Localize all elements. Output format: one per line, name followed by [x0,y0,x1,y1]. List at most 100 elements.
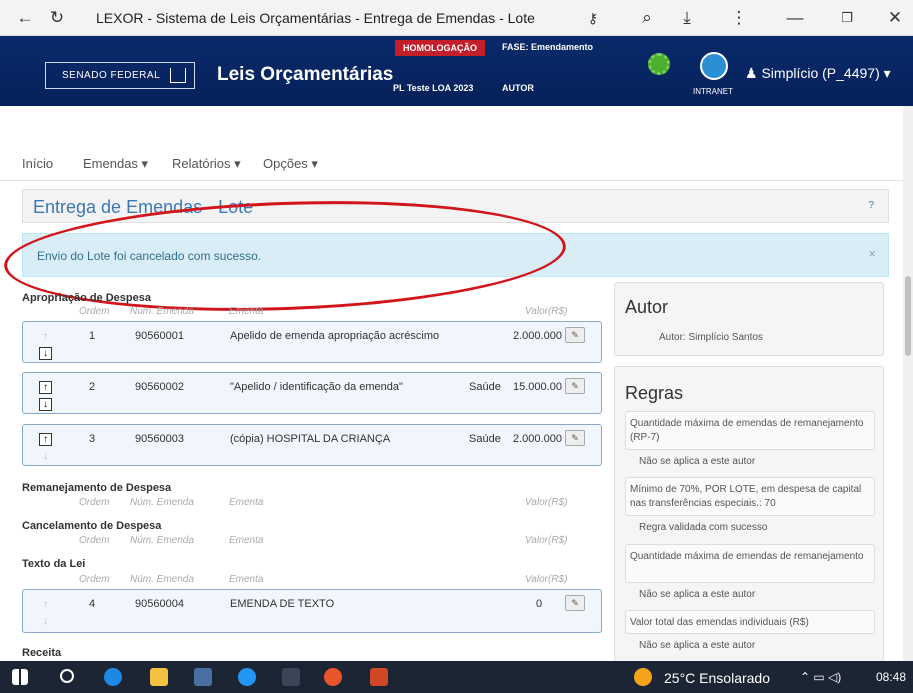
senado-label: SENADO FEDERAL [62,70,161,81]
move-down-icon[interactable]: ↓ [39,398,52,411]
row-ordem: 1 [89,330,96,342]
rule-item: Quantidade máxima de emendas de remaneja… [625,411,875,450]
intranet-label[interactable]: INTRANET [693,87,733,96]
autor-panel: Autor Autor: Simplício Santos [614,282,884,356]
clock[interactable]: 08:48 [876,670,906,684]
row-valor: 2.000.000 [513,330,562,342]
senado-logo[interactable]: SENADO FEDERAL [45,62,195,89]
phase-label: FASE: Emendamento [502,42,594,52]
move-up-icon[interactable]: ↑ [39,433,52,446]
reload-icon[interactable]: ↻ [44,6,70,30]
tray-icons[interactable]: ⌃ ▭ ◁) [800,670,841,684]
table-row[interactable]: ↑ ↓ 1 90560001 Apelido de emenda apropri… [22,321,602,363]
gear-icon[interactable] [648,53,670,75]
table-row[interactable]: ↑ ↓ 3 90560003 (cópia) HOSPITAL DA CRIAN… [22,424,602,466]
edit-value-icon[interactable]: ✎ [565,595,585,611]
row-numero: 90560004 [135,598,184,610]
zoom-icon[interactable]: ⌕ [634,6,660,30]
rule-item: Mínimo de 70%, POR LOTE, em despesa de c… [625,477,875,516]
nav-opcoes[interactable]: Opções ▾ [263,156,318,172]
edge-icon[interactable] [104,668,122,686]
table-row[interactable]: ↑ ↓ 4 90560004 EMENDA DE TEXTO 0 ✎ [22,589,602,633]
move-down-icon: ↓ [43,616,48,627]
help-icon[interactable]: ? [868,200,874,211]
row-ordem: 2 [89,381,96,393]
rule-item: Quantidade máxima de emendas de remaneja… [625,544,875,583]
senado-emblem-icon [170,68,186,83]
chrome-icon[interactable] [324,668,342,686]
row-area: Saúde [469,433,501,445]
page-title: Entrega de Emendas - Lote [33,197,254,217]
intranet-icon[interactable] [700,52,728,80]
regras-panel: Regras Quantidade máxima de emendas de r… [614,366,884,662]
column-headers: Ordem Núm. Emenda Ementa Valor(R$) [79,306,568,317]
file-explorer-icon[interactable] [150,668,168,686]
rule-result: Não se aplica a este autor [639,456,756,467]
row-numero: 90560003 [135,433,184,445]
row-valor: 2.000.000 [513,433,562,445]
table-row[interactable]: ↑ ↓ 2 90560002 "Apelido / identificação … [22,372,602,414]
section-remanejamento: Remanejamento de Despesa [22,482,172,494]
user-menu[interactable]: ♟ Simplício (P_4497) ▾ [745,65,891,82]
nav-divider [0,180,913,181]
role-label: AUTOR [502,83,534,93]
rule-result: Não se aplica a este autor [639,640,756,651]
edit-value-icon[interactable]: ✎ [565,327,585,343]
move-up-icon: ↑ [43,331,48,342]
nav-inicio[interactable]: Início [22,156,53,171]
row-numero: 90560001 [135,330,184,342]
weather-text[interactable]: 25°C Ensolarado [664,670,770,686]
rule-item: Valor total das emendas individuais (R$) [625,610,875,634]
window-title: LEXOR - Sistema de Leis Orçamentárias - … [96,10,535,26]
column-headers: Ordem Núm. Emenda Ementa Valor(R$) [79,535,568,546]
restore-icon[interactable]: ❐ [834,6,860,30]
regras-panel-title: Regras [625,383,684,403]
windows-taskbar: 25°C Ensolarado ⌃ ▭ ◁) 08:48 [0,661,913,693]
back-arrow-icon[interactable]: ← [12,6,38,30]
edit-value-icon[interactable]: ✎ [565,378,585,394]
rule-result: Regra validada com sucesso [639,522,768,533]
row-area: Saúde [469,381,501,393]
row-ementa: Apelido de emenda apropriação acréscimo [230,330,440,342]
row-ementa: EMENDA DE TEXTO [230,598,335,610]
app-icon[interactable] [238,668,256,686]
user-icon: ♟ [745,65,762,81]
powerpoint-icon[interactable] [370,668,388,686]
section-receita: Receita [22,647,62,659]
minimize-icon[interactable]: — [782,6,808,30]
windows-start-icon[interactable] [12,669,28,685]
store-icon[interactable] [194,668,212,686]
section-apropriacao: Apropriação de Despesa [22,292,151,304]
page-heading: Entrega de Emendas - Lote ? [22,189,889,223]
edit-value-icon[interactable]: ✎ [565,430,585,446]
nav-relatorios[interactable]: Relatórios ▾ [172,156,241,172]
nav-emendas[interactable]: Emendas ▾ [83,156,148,172]
scrollbar-thumb[interactable] [905,276,911,356]
move-down-icon: ↓ [43,451,48,462]
app-title[interactable]: Leis Orçamentárias [217,64,393,86]
key-icon[interactable]: ⚷ [580,6,606,30]
main-nav: Início Emendas ▾ Relatórios ▾ Opções ▾ [0,156,913,180]
row-ordem: 3 [89,433,96,445]
page-scrollbar[interactable] [903,106,913,661]
rule-result: Não se aplica a este autor [639,589,756,600]
success-alert: Envio do Lote foi cancelado com sucesso.… [22,233,889,277]
app-icon[interactable] [282,668,300,686]
move-up-icon: ↑ [43,599,48,610]
row-ementa: "Apelido / identificação da emenda" [230,381,403,393]
app-header: SENADO FEDERAL Leis Orçamentárias HOMOLO… [0,36,913,106]
search-icon[interactable] [60,669,74,683]
alert-message: Envio do Lote foi cancelado com sucesso. [37,249,262,263]
move-up-icon[interactable]: ↑ [39,381,52,394]
row-valor: 0 [536,598,543,610]
close-icon[interactable]: ✕ [882,6,908,30]
column-headers: Ordem Núm. Emenda Ementa Valor(R$) [79,574,568,585]
weather-sun-icon[interactable] [634,668,652,686]
download-icon[interactable]: ⤓ [674,6,700,30]
section-cancelamento: Cancelamento de Despesa [22,520,162,532]
move-down-icon[interactable]: ↓ [39,347,52,360]
autor-panel-title: Autor [625,297,669,317]
browser-titlebar: ← ↻ LEXOR - Sistema de Leis Orçamentária… [0,0,913,36]
more-menu-icon[interactable]: ⋮ [726,6,752,30]
close-alert-icon[interactable]: × [868,246,876,261]
